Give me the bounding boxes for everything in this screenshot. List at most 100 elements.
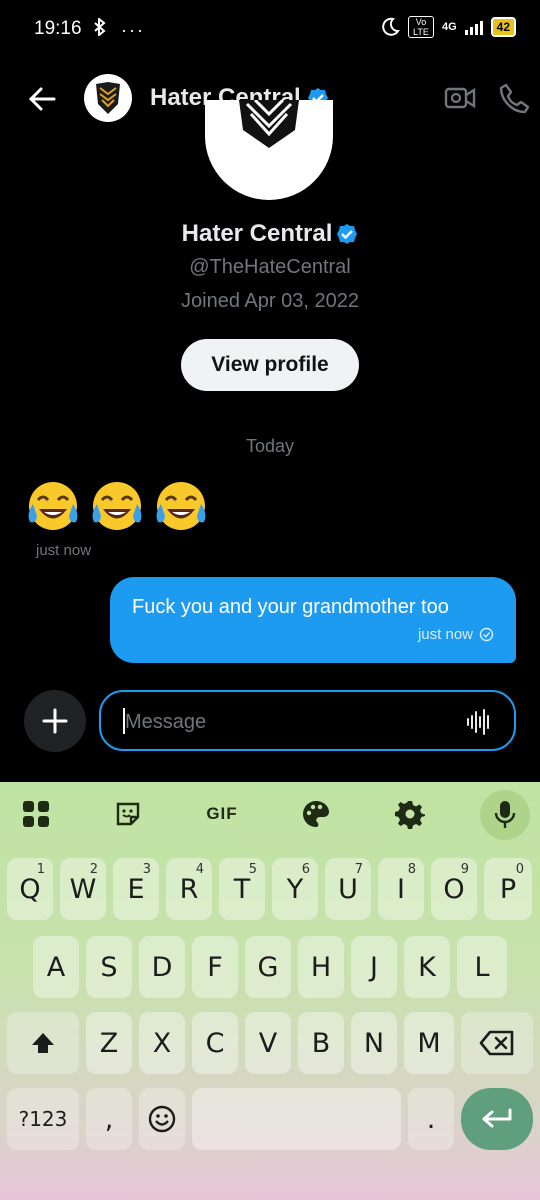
key-number-hint: 6	[301, 862, 310, 877]
key-n[interactable]: N	[351, 1012, 397, 1074]
period-key[interactable]: .	[408, 1088, 454, 1150]
avatar[interactable]	[84, 74, 132, 122]
key-k[interactable]: K	[404, 936, 450, 998]
key-l[interactable]: L	[457, 936, 507, 998]
key-number-hint: 5	[248, 862, 257, 877]
key-number-hint: 8	[407, 862, 416, 877]
status-bar: 19:16 ··· Vo LTE 4G 42	[0, 0, 540, 60]
back-arrow-icon[interactable]	[26, 82, 60, 116]
video-call-icon[interactable]	[444, 84, 476, 112]
apps-grid-icon[interactable]	[18, 796, 54, 832]
key-j[interactable]: J	[351, 936, 397, 998]
key-label: T	[233, 873, 251, 905]
message-text: Fuck you and your grandmother too	[132, 596, 449, 618]
key-p[interactable]: P0	[484, 858, 532, 920]
volte-icon: Vo LTE	[407, 16, 434, 38]
key-number-hint: 2	[89, 862, 98, 877]
key-f[interactable]: F	[192, 936, 238, 998]
backspace-key[interactable]	[461, 1012, 533, 1074]
key-x[interactable]: X	[139, 1012, 185, 1074]
voice-message-icon[interactable]	[466, 708, 492, 736]
mic-icon[interactable]	[480, 790, 530, 840]
symbols-key[interactable]: ?123	[7, 1088, 79, 1150]
key-i[interactable]: I8	[378, 858, 424, 920]
phone-call-icon[interactable]	[498, 82, 530, 114]
key-v[interactable]: V	[245, 1012, 291, 1074]
sent-check-icon	[479, 627, 494, 642]
settings-icon[interactable]	[392, 796, 428, 832]
gif-button[interactable]: GIF	[200, 796, 244, 832]
key-g[interactable]: G	[245, 936, 291, 998]
enter-arrow-icon	[482, 1108, 512, 1128]
add-attachment-button[interactable]	[24, 690, 86, 752]
key-number-hint: 9	[460, 862, 469, 877]
battery-icon: 42	[490, 17, 516, 37]
key-label: E	[127, 873, 145, 905]
smiley-icon	[148, 1105, 176, 1133]
key-number-hint: 0	[515, 862, 524, 877]
key-number-hint: 7	[354, 862, 363, 877]
profile-joined-date: Joined Apr 03, 2022	[181, 290, 359, 312]
view-profile-button[interactable]: View profile	[181, 339, 359, 391]
key-label: P	[499, 873, 517, 905]
key-b[interactable]: B	[298, 1012, 344, 1074]
key-number-hint: 4	[195, 862, 204, 877]
message-sent-bubble[interactable]: Fuck you and your grandmother too just n…	[110, 577, 516, 663]
key-h[interactable]: H	[298, 936, 344, 998]
key-d[interactable]: D	[139, 936, 185, 998]
sticker-icon[interactable]	[110, 796, 146, 832]
key-z[interactable]: Z	[86, 1012, 132, 1074]
key-m[interactable]: M	[404, 1012, 454, 1074]
message-timestamp: just now	[36, 542, 92, 559]
key-u[interactable]: U7	[325, 858, 371, 920]
network-type: 4G	[441, 21, 457, 33]
backspace-icon	[479, 1030, 514, 1056]
status-right-icons: Vo LTE 4G 42	[380, 16, 516, 38]
shift-key[interactable]	[7, 1012, 79, 1074]
status-notification-icons: ···	[92, 16, 145, 41]
key-y[interactable]: Y6	[272, 858, 318, 920]
key-label: Q	[19, 873, 41, 905]
message-received[interactable]	[24, 478, 210, 536]
key-q[interactable]: Q1	[7, 858, 53, 920]
space-bar[interactable]	[192, 1088, 401, 1150]
key-label: I	[397, 873, 405, 905]
key-a[interactable]: A	[33, 936, 79, 998]
message-timestamp: just now	[418, 620, 494, 649]
key-c[interactable]: C	[192, 1012, 238, 1074]
enter-key[interactable]	[461, 1088, 533, 1150]
key-r[interactable]: R4	[166, 858, 212, 920]
key-w[interactable]: W2	[60, 858, 106, 920]
key-label: Y	[286, 873, 304, 905]
key-label: O	[443, 873, 465, 905]
key-label: R	[179, 873, 199, 905]
key-number-hint: 3	[142, 862, 151, 877]
key-t[interactable]: T5	[219, 858, 265, 920]
profile-handle: @TheHateCentral	[189, 256, 351, 278]
tears-of-joy-emoji-icon	[92, 482, 142, 530]
key-e[interactable]: E3	[113, 858, 159, 920]
comma-key[interactable]: ,	[86, 1088, 132, 1150]
verified-badge-icon	[337, 224, 358, 244]
key-label: U	[338, 873, 358, 905]
on-screen-keyboard: GIF Q1 W2 E3 R4 T5 Y6 U7 I8 O9 P0 A S D …	[0, 782, 540, 1200]
key-o[interactable]: O9	[431, 858, 477, 920]
message-input[interactable]	[123, 706, 447, 738]
moon-icon	[382, 17, 400, 36]
profile-avatar[interactable]	[205, 100, 333, 200]
emoji-key[interactable]	[139, 1088, 185, 1150]
signal-icon	[464, 19, 483, 35]
hater-central-logo	[239, 100, 299, 148]
message-time-text: just now	[417, 626, 473, 643]
tears-of-joy-emoji-icon	[28, 482, 78, 530]
palette-icon[interactable]	[298, 796, 334, 832]
key-s[interactable]: S	[86, 936, 132, 998]
key-label: W	[69, 873, 97, 905]
key-number-hint: 1	[36, 862, 45, 877]
keyboard-toolbar: GIF	[0, 782, 540, 846]
plus-icon	[42, 708, 68, 734]
tears-of-joy-emoji-icon	[156, 482, 206, 530]
message-input-container[interactable]	[99, 690, 516, 751]
hater-central-logo	[96, 82, 120, 114]
bluetooth-icon	[94, 16, 106, 38]
